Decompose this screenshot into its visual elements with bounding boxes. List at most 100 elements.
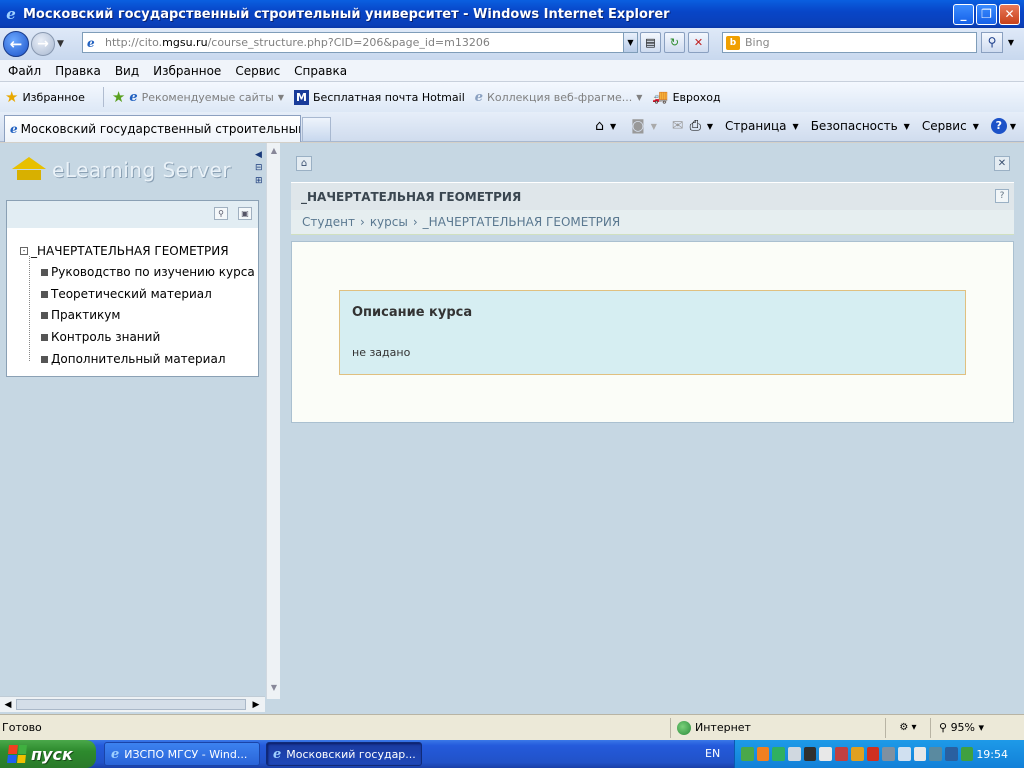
vertical-scrollbar[interactable]: ▲ ▼ [266, 143, 280, 699]
breadcrumb-courses[interactable]: курсы [370, 215, 408, 229]
tree-item-theory[interactable]: Теоретический материал [41, 287, 212, 301]
scroll-right-icon[interactable]: ▶ [249, 697, 263, 713]
tray-app-icon[interactable] [913, 747, 927, 761]
breadcrumb-student[interactable]: Студент [302, 215, 355, 229]
tray-app-icon[interactable] [756, 747, 770, 761]
new-tab-button[interactable] [302, 117, 331, 141]
window-tree-icon[interactable]: ▣ [238, 207, 252, 220]
back-button[interactable]: ← [3, 31, 29, 57]
window-title-bar[interactable]: e Московский государственный строительны… [0, 0, 1024, 28]
search-input[interactable]: b Bing [722, 32, 977, 53]
collapse-panel-icon[interactable]: ◀ [255, 150, 265, 160]
chevron-down-icon[interactable]: ▼ [1010, 122, 1016, 131]
print-icon[interactable]: ⎙ [690, 118, 701, 134]
search-icon[interactable]: ⚲ [981, 32, 1003, 53]
forward-button[interactable]: → [31, 32, 55, 56]
tray-app-icon[interactable] [960, 747, 974, 761]
collapse-node-icon[interactable]: - [20, 247, 28, 255]
tray-app-icon[interactable] [929, 747, 942, 761]
tray-antivirus-icon[interactable] [866, 747, 880, 761]
safety-menu[interactable]: Безопасность [811, 119, 898, 133]
search-options-dropdown-icon[interactable]: ▼ [1004, 32, 1018, 53]
compatibility-view-icon[interactable]: ▤ [640, 32, 661, 53]
language-indicator[interactable]: EN [705, 747, 720, 760]
horizontal-scrollbar[interactable]: ◀ ▶ [0, 696, 265, 712]
home-icon[interactable]: ⌂ [595, 118, 604, 134]
tray-app-icon[interactable] [897, 747, 911, 761]
address-toolbar: ← → ▼ e http://cito.mgsu.ru/course_struc… [0, 28, 1024, 60]
description-title: Описание курса [352, 305, 473, 320]
tree-root[interactable]: - _НАЧЕРТАТЕЛЬНАЯ ГЕОМЕТРИЯ [20, 244, 229, 258]
menu-help[interactable]: Справка [294, 64, 347, 78]
tray-volume-icon[interactable] [882, 747, 895, 761]
menu-file[interactable]: Файл [8, 64, 41, 78]
status-text: Готово [2, 721, 42, 734]
tools-menu[interactable]: Сервис [922, 119, 967, 133]
add-favorite-icon[interactable]: ★ [112, 88, 125, 106]
search-tree-icon[interactable]: ⚲ [214, 207, 228, 220]
tray-app-icon[interactable] [850, 747, 864, 761]
help-icon[interactable]: ? [995, 189, 1009, 203]
menu-edit[interactable]: Правка [55, 64, 101, 78]
tray-app-icon[interactable] [944, 747, 958, 761]
scroll-down-icon[interactable]: ▼ [267, 681, 281, 695]
address-dropdown-icon[interactable]: ▼ [623, 33, 637, 52]
favorite-hotmail[interactable]: M Бесплатная почта Hotmail [294, 89, 465, 105]
elearning-logo: eLearning Server [12, 157, 231, 183]
favorites-button[interactable]: ★ Избранное [5, 88, 85, 106]
tray-app-icon[interactable] [772, 747, 786, 761]
tab-active[interactable]: e Московский государственный строительны… [4, 115, 301, 142]
tree-item-guide[interactable]: Руководство по изучению курса [41, 265, 255, 279]
mail-icon[interactable]: ✉ [672, 118, 684, 134]
stop-icon[interactable]: ✕ [688, 32, 709, 53]
favorite-euroroad[interactable]: 🚚 Евроход [652, 90, 720, 105]
ie-logo-icon: e [111, 746, 120, 762]
menu-favorites[interactable]: Избранное [153, 64, 221, 78]
tree-item-tests[interactable]: Контроль знаний [41, 330, 160, 344]
taskbar-window-izspo[interactable]: e ИЗСПО МГСУ - Wind... [104, 742, 260, 766]
start-button[interactable]: пуск [0, 740, 96, 768]
menu-view[interactable]: Вид [115, 64, 139, 78]
address-input[interactable]: e http://cito.mgsu.ru/course_structure.p… [82, 32, 638, 53]
tree-item-practice[interactable]: Практикум [41, 308, 120, 322]
minimize-button[interactable]: _ [953, 3, 974, 25]
chevron-down-icon[interactable]: ▼ [707, 122, 713, 131]
close-icon[interactable]: ✕ [994, 156, 1010, 171]
history-dropdown-icon[interactable]: ▼ [57, 39, 69, 49]
close-window-button[interactable]: ✕ [999, 3, 1020, 25]
help-icon[interactable]: ? [990, 118, 1007, 134]
system-tray: 19:54 [734, 740, 1024, 768]
chevron-down-icon: ▼ [277, 92, 285, 102]
page-menu[interactable]: Страница [725, 119, 787, 133]
chevron-down-icon: ▼ [972, 121, 979, 131]
maximize-button[interactable]: ❐ [976, 3, 997, 25]
chevron-down-icon: ▼ [903, 121, 910, 131]
chevron-down-icon[interactable]: ▼ [610, 122, 616, 131]
page-favicon-icon: e [87, 35, 95, 50]
protected-mode-icon[interactable]: ⚙ ▾ [885, 717, 930, 738]
security-zone[interactable]: Интернет [670, 717, 885, 738]
scroll-thumb[interactable] [16, 699, 246, 710]
taskbar-window-mgsu[interactable]: e Московский государ... [266, 742, 422, 766]
tray-app-icon[interactable] [835, 747, 848, 761]
scroll-up-icon[interactable]: ▲ [267, 144, 281, 158]
chevron-down-icon[interactable]: ▼ [651, 122, 657, 131]
tree-item-extra[interactable]: Дополнительный материал [41, 352, 226, 366]
node-icon [41, 290, 48, 298]
tray-webcam-icon[interactable] [803, 747, 817, 761]
tray-app-icon[interactable] [819, 747, 833, 761]
menu-tools[interactable]: Сервис [235, 64, 280, 78]
rss-feed-icon[interactable]: ◙ [631, 118, 645, 134]
favorite-suggested-sites[interactable]: e Рекомендуемые сайты ▼ [129, 90, 284, 105]
scroll-left-icon[interactable]: ◀ [1, 697, 15, 713]
expand-tree-icon[interactable]: ⊞ [255, 176, 265, 186]
favorite-web-slice-gallery[interactable]: e Коллекция веб-фрагме... ▼ [475, 90, 643, 105]
home-icon[interactable]: ⌂ [296, 156, 312, 171]
clock[interactable]: 19:54 [976, 748, 1008, 761]
breadcrumb-course[interactable]: _НАЧЕРТАТЕЛЬНАЯ ГЕОМЕТРИЯ [423, 215, 621, 229]
zoom-level[interactable]: ⚲ 95% ▾ [930, 717, 1022, 738]
tray-network-icon[interactable] [741, 747, 754, 761]
refresh-icon[interactable]: ↻ [664, 32, 685, 53]
collapse-tree-icon[interactable]: ⊟ [255, 163, 265, 173]
tray-app-icon[interactable] [788, 747, 801, 761]
